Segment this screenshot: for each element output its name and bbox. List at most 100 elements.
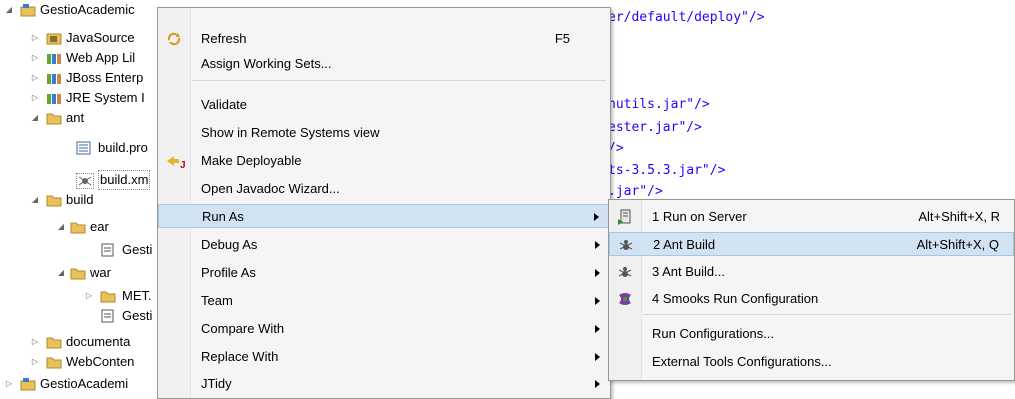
properties-file-icon bbox=[76, 141, 92, 155]
tree-item-label: JRE System I bbox=[66, 90, 145, 105]
expand-arrow-icon[interactable]: ▷ bbox=[4, 374, 14, 394]
menu-item-label: Compare With bbox=[201, 321, 285, 336]
submenu-item-ant-build-dialog[interactable]: 3 Ant Build... bbox=[609, 260, 1014, 284]
menu-item-run-as[interactable]: Run As bbox=[158, 204, 610, 228]
folder-icon bbox=[100, 289, 116, 303]
tree-item-label: Gesti bbox=[122, 308, 153, 323]
menu-item-label: Debug As bbox=[201, 237, 258, 252]
deploy-icon: J bbox=[166, 153, 186, 171]
submenu-arrow-icon bbox=[595, 241, 600, 249]
tree-item-jboss-enterprise[interactable]: ▷ JBoss Enterp bbox=[0, 68, 175, 88]
folder-icon bbox=[46, 193, 62, 207]
expand-arrow-icon[interactable]: ▷ bbox=[30, 88, 40, 108]
folder-icon bbox=[46, 335, 62, 349]
expand-arrow-icon[interactable]: ◢ bbox=[4, 0, 14, 20]
menu-item-replace-with[interactable]: Replace With bbox=[158, 345, 610, 369]
project-explorer-tree: ◢ GestioAcademic ▷ JavaSource ▷ Web App … bbox=[0, 0, 175, 391]
tree-item-webcontent[interactable]: ▷ WebConten bbox=[0, 352, 175, 372]
menu-item-shortcut: Alt+Shift+X, Q bbox=[916, 237, 999, 252]
collapse-arrow-icon[interactable]: ◢ bbox=[56, 263, 66, 283]
refresh-icon bbox=[166, 31, 182, 47]
menu-item-label: Replace With bbox=[201, 349, 279, 364]
ant-icon bbox=[617, 264, 633, 280]
ant-icon bbox=[618, 237, 634, 253]
collapse-arrow-icon[interactable]: ◢ bbox=[56, 217, 66, 237]
expand-arrow-icon[interactable]: ▷ bbox=[30, 48, 40, 68]
menu-item-label: 3 Ant Build... bbox=[652, 264, 725, 279]
tree-item-ear-folder[interactable]: ◢ ear bbox=[0, 217, 175, 237]
submenu-item-external-tools-configurations[interactable]: External Tools Configurations... bbox=[609, 350, 1014, 374]
tree-item-gesti-war-file[interactable]: Gesti bbox=[0, 306, 175, 326]
submenu-item-smooks-run-configuration[interactable]: 4 Smooks Run Configuration bbox=[609, 287, 1014, 311]
menu-item-jtidy[interactable]: JTidy bbox=[158, 372, 610, 396]
menu-item-team[interactable]: Team bbox=[158, 289, 610, 313]
menu-item-shortcut: F5 bbox=[554, 31, 570, 46]
expand-arrow-icon[interactable]: ▷ bbox=[30, 352, 40, 372]
tree-item-meta-folder[interactable]: ▷ MET. bbox=[0, 286, 175, 306]
menu-item-compare-with[interactable]: Compare With bbox=[158, 317, 610, 341]
smooks-icon bbox=[617, 291, 633, 307]
expand-arrow-icon[interactable]: ▷ bbox=[30, 28, 40, 48]
tree-item-javasource[interactable]: ▷ JavaSource bbox=[0, 28, 175, 48]
menu-item-refresh[interactable]: Refresh F5 bbox=[158, 27, 610, 51]
folder-icon bbox=[46, 355, 62, 369]
submenu-item-ant-build[interactable]: 2 Ant Build Alt+Shift+X, Q bbox=[609, 232, 1014, 256]
tree-item-jre-system-library[interactable]: ▷ JRE System I bbox=[0, 88, 175, 108]
menu-item-assign-working-sets[interactable]: Assign Working Sets... bbox=[158, 52, 610, 76]
library-icon bbox=[46, 51, 62, 65]
tree-item-ant-folder[interactable]: ◢ ant bbox=[0, 108, 175, 128]
tree-item-label: GestioAcademi bbox=[40, 376, 129, 391]
menu-item-validate[interactable]: Validate bbox=[158, 93, 610, 117]
menu-item-label: Profile As bbox=[201, 265, 256, 280]
tree-item-gestioacademic-2[interactable]: ▷ GestioAcademi bbox=[0, 374, 175, 394]
submenu-item-run-configurations[interactable]: Run Configurations... bbox=[609, 322, 1014, 346]
tree-item-build-properties[interactable]: build.pro bbox=[0, 138, 175, 158]
tree-item-build-folder[interactable]: ◢ build bbox=[0, 190, 175, 210]
tree-item-label: GestioAcademic bbox=[40, 2, 135, 17]
tree-item-label: MET. bbox=[122, 288, 152, 303]
code-line: ts-3.5.3.jar"/> bbox=[608, 163, 726, 178]
menu-item-show-in-remote-systems[interactable]: Show in Remote Systems view bbox=[158, 121, 610, 145]
tree-item-label: JBoss Enterp bbox=[66, 70, 144, 85]
expand-arrow-icon[interactable]: ▷ bbox=[30, 68, 40, 88]
tree-item-gesti-ear-file[interactable]: Gesti bbox=[0, 240, 175, 260]
menu-item-label: Open Javadoc Wizard... bbox=[201, 181, 340, 196]
code-line: nutils.jar"/> bbox=[608, 97, 710, 112]
collapse-arrow-icon[interactable]: ◢ bbox=[30, 108, 40, 128]
folder-icon bbox=[46, 111, 62, 125]
menu-item-label: Team bbox=[201, 293, 233, 308]
ant-file-icon bbox=[76, 173, 94, 189]
tree-item-label: ear bbox=[90, 219, 109, 234]
tree-item-build-xml[interactable]: build.xm bbox=[0, 170, 175, 190]
menu-item-label: Validate bbox=[201, 97, 248, 112]
menu-item-debug-as[interactable]: Debug As bbox=[158, 233, 610, 257]
collapse-arrow-icon[interactable]: ◢ bbox=[30, 190, 40, 210]
submenu-arrow-icon bbox=[594, 213, 599, 221]
tree-item-gestioacademic[interactable]: ◢ GestioAcademic bbox=[0, 0, 175, 20]
submenu-arrow-icon bbox=[595, 325, 600, 333]
expand-arrow-icon[interactable]: ▷ bbox=[84, 286, 94, 306]
tree-item-label: documenta bbox=[66, 334, 131, 349]
tree-item-label: Gesti bbox=[122, 242, 153, 257]
menu-item-profile-as[interactable]: Profile As bbox=[158, 261, 610, 285]
submenu-item-run-on-server[interactable]: 1 Run on Server Alt+Shift+X, R bbox=[609, 205, 1014, 229]
code-line: er/default/deploy"/> bbox=[608, 10, 765, 25]
tree-item-documentation[interactable]: ▷ documenta bbox=[0, 332, 175, 352]
code-line: .jar"/> bbox=[608, 184, 663, 199]
menu-item-label: 1 Run on Server bbox=[652, 209, 747, 224]
submenu-arrow-icon bbox=[595, 353, 600, 361]
project-icon bbox=[20, 3, 36, 17]
tree-item-label: JavaSource bbox=[66, 30, 135, 45]
menu-item-open-javadoc-wizard[interactable]: Open Javadoc Wizard... bbox=[158, 177, 610, 201]
tree-item-label: war bbox=[90, 265, 111, 280]
tree-item-war-folder[interactable]: ◢ war bbox=[0, 263, 175, 283]
menu-separator bbox=[192, 80, 606, 81]
expand-arrow-icon[interactable]: ▷ bbox=[30, 332, 40, 352]
submenu-arrow-icon bbox=[595, 269, 600, 277]
tree-item-label: ant bbox=[66, 110, 85, 125]
tree-item-label: build bbox=[66, 192, 94, 207]
folder-icon bbox=[70, 266, 86, 280]
menu-item-make-deployable[interactable]: J Make Deployable bbox=[158, 149, 610, 173]
tree-item-web-app-libraries[interactable]: ▷ Web App Lil bbox=[0, 48, 175, 68]
context-menu: Refresh F5 Assign Working Sets... Valida… bbox=[157, 7, 611, 399]
